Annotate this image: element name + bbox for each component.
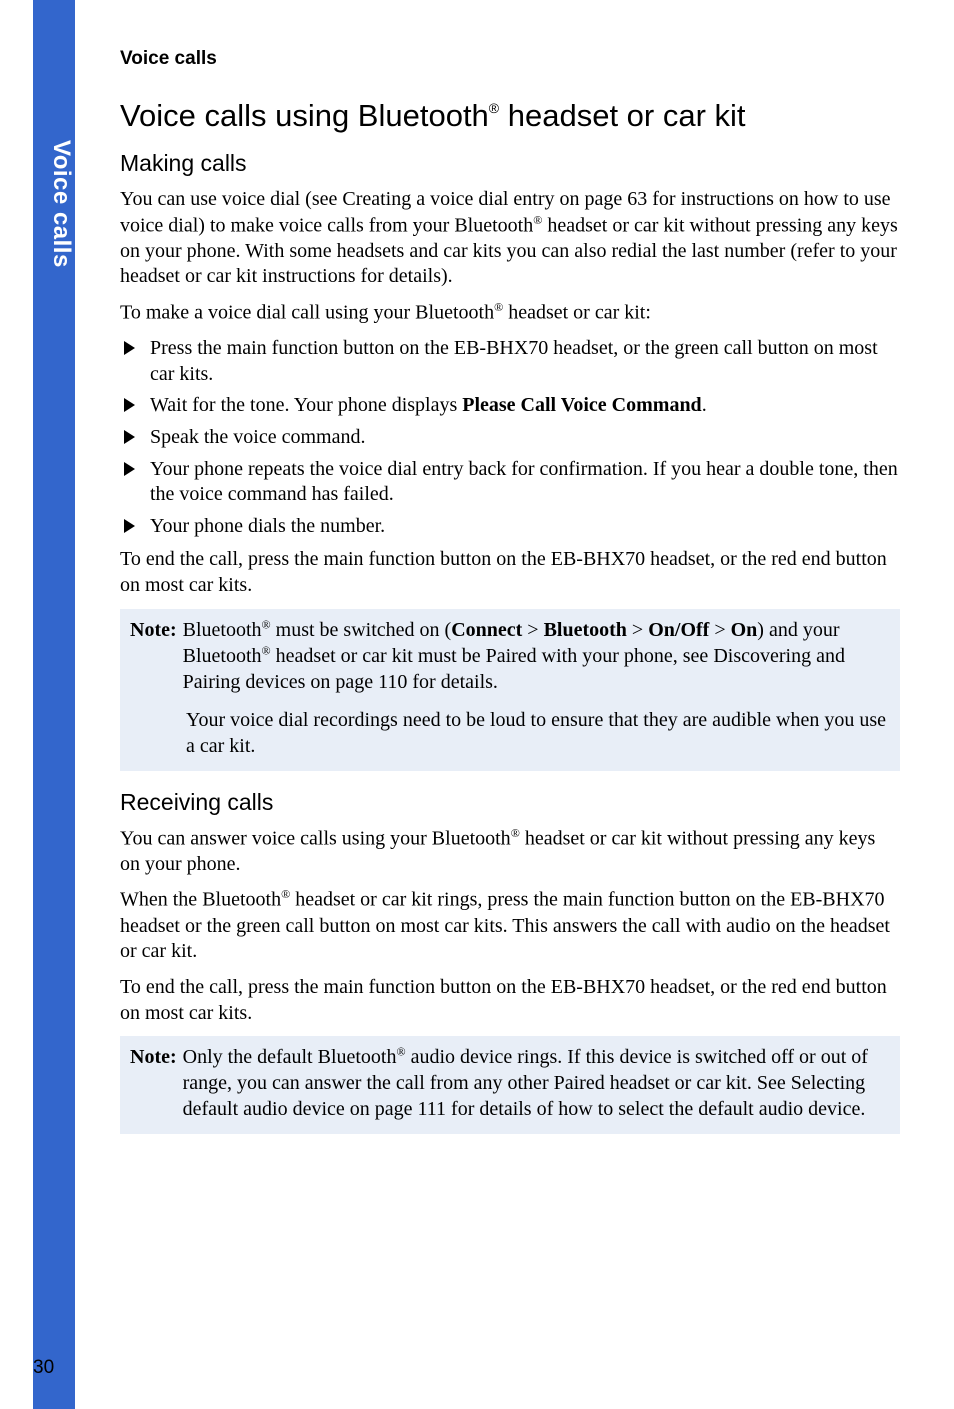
title-post: headset or car kit [499, 98, 745, 133]
page: Voice calls Voice calls Voice calls usin… [0, 0, 954, 1409]
text-bold: On [731, 619, 758, 641]
text: . [702, 394, 707, 416]
text: Your phone dials the number. [150, 515, 385, 537]
note-label: Note: [130, 617, 177, 695]
text-bold: On/Off [648, 619, 709, 641]
text-bold: Please Call Voice Command [462, 394, 701, 416]
text: > [522, 619, 543, 641]
content-area: Voice calls Voice calls using Bluetooth®… [120, 48, 900, 1152]
receiving-calls-heading: Receiving calls [120, 789, 900, 816]
text: To make a voice dial call using your Blu… [120, 302, 494, 324]
text: > [627, 619, 648, 641]
text: Bluetooth [183, 619, 262, 641]
text: Only the default Bluetooth [183, 1046, 397, 1068]
page-title: Voice calls using Bluetooth® headset or … [120, 98, 900, 134]
text: Speak the voice command. [150, 426, 366, 448]
steps-list: Press the main function button on the EB… [120, 336, 900, 539]
making-p2: To make a voice dial call using your Blu… [120, 300, 900, 326]
registered-icon: ® [489, 100, 499, 116]
side-tab: Voice calls [33, 0, 75, 1409]
receiving-p1: You can answer voice calls using your Bl… [120, 826, 900, 878]
text: You can answer voice calls using your Bl… [120, 827, 511, 849]
side-tab-label: Voice calls [33, 140, 75, 268]
page-number: 30 [33, 1357, 54, 1379]
title-pre: Voice calls using Bluetooth [120, 98, 489, 133]
receiving-p2: When the Bluetooth® headset or car kit r… [120, 887, 900, 964]
step-item: Your phone repeats the voice dial entry … [146, 457, 900, 508]
note-text: Only the default Bluetooth® audio device… [183, 1044, 890, 1122]
text: must be switched on ( [271, 619, 452, 641]
step-item: Wait for the tone. Your phone displays P… [146, 393, 900, 419]
running-head: Voice calls [120, 48, 900, 70]
making-calls-heading: Making calls [120, 150, 900, 177]
making-p1: You can use voice dial (see Creating a v… [120, 187, 900, 290]
receiving-p3: To end the call, press the main function… [120, 975, 900, 1026]
step-item: Your phone dials the number. [146, 514, 900, 540]
text: Wait for the tone. Your phone displays [150, 394, 462, 416]
registered-icon: ® [511, 826, 520, 840]
making-p3: To end the call, press the main function… [120, 547, 900, 598]
text-bold: Connect [451, 619, 522, 641]
text: Press the main function button on the EB… [150, 337, 878, 385]
text: Your phone repeats the voice dial entry … [150, 458, 898, 506]
text: > [709, 619, 730, 641]
step-item: Press the main function button on the EB… [146, 336, 900, 387]
text-bold: Bluetooth [544, 619, 627, 641]
registered-icon: ® [397, 1044, 406, 1058]
text: headset or car kit must be Paired with y… [183, 645, 845, 693]
note-para2: Your voice dial recordings need to be lo… [186, 707, 890, 759]
registered-icon: ® [281, 887, 290, 901]
registered-icon: ® [494, 300, 503, 314]
text: headset or car kit: [503, 302, 651, 324]
step-item: Speak the voice command. [146, 425, 900, 451]
note-label: Note: [130, 1044, 177, 1122]
text: When the Bluetooth [120, 889, 281, 911]
registered-icon: ® [262, 617, 271, 631]
note-text: Bluetooth® must be switched on (Connect … [183, 617, 890, 695]
note-row: Note: Only the default Bluetooth® audio … [130, 1044, 890, 1122]
note-box-1: Note: Bluetooth® must be switched on (Co… [120, 609, 900, 771]
note-row: Note: Bluetooth® must be switched on (Co… [130, 617, 890, 695]
note-box-2: Note: Only the default Bluetooth® audio … [120, 1036, 900, 1134]
registered-icon: ® [262, 643, 271, 657]
registered-icon: ® [533, 213, 542, 227]
